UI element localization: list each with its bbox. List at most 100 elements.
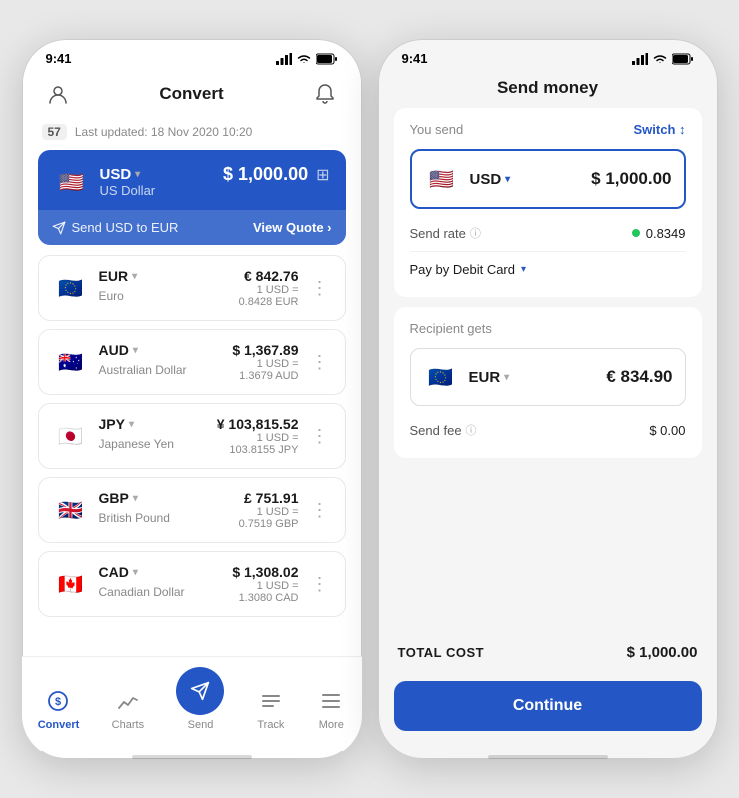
recipient-gets-section: Recipient gets 🇪🇺 EUR ▾ € 834.90 Send fe… xyxy=(394,307,702,458)
list-item[interactable]: 🇯🇵 JPY ▾ ¥ 103,815.52 Japanese Yen 1 USD… xyxy=(38,403,346,469)
nav-convert[interactable]: $ Convert xyxy=(38,687,80,731)
list-item[interactable]: 🇪🇺 EUR ▾ € 842.76 Euro 1 USD = 0.8428 EU… xyxy=(38,255,346,321)
home-indicator-2 xyxy=(488,755,608,759)
cad-menu-icon[interactable]: ⋮ xyxy=(309,574,331,595)
jpy-amount: ¥ 103,815.52 xyxy=(217,416,299,432)
status-bar-2: 9:41 xyxy=(378,39,718,70)
send-chevron: ▾ xyxy=(505,174,510,185)
jpy-info: JPY ▾ ¥ 103,815.52 Japanese Yen 1 USD = … xyxy=(99,416,299,456)
cad-code: CAD ▾ xyxy=(99,564,138,580)
aud-name: Australian Dollar xyxy=(99,363,187,377)
usd-flag: 🇺🇸 xyxy=(54,164,90,200)
switch-button[interactable]: Switch ↕ xyxy=(633,122,685,137)
bottom-nav: $ Convert Charts xyxy=(22,656,362,751)
signal-icon xyxy=(276,53,292,65)
spacer xyxy=(378,468,718,624)
cad-rate: 1 USD = 1.3080 CAD xyxy=(239,580,299,604)
battery-icon xyxy=(316,53,338,65)
send-icon xyxy=(52,221,66,235)
you-send-label: You send xyxy=(410,122,464,137)
recipient-eur-code: EUR ▾ xyxy=(469,369,510,386)
recipient-currency-selector[interactable]: 🇪🇺 EUR ▾ € 834.90 xyxy=(410,348,686,406)
nav-send[interactable]: Send xyxy=(176,667,224,731)
gbp-flag: 🇬🇧 xyxy=(53,492,89,528)
notifications-button[interactable] xyxy=(309,78,341,110)
list-item[interactable]: 🇦🇺 AUD ▾ $ 1,367.89 Australian Dollar 1 … xyxy=(38,329,346,395)
continue-button[interactable]: Continue xyxy=(394,681,702,731)
recipient-gets-label: Recipient gets xyxy=(410,321,492,336)
jpy-flag: 🇯🇵 xyxy=(53,418,89,454)
battery-icon-2 xyxy=(672,53,694,65)
charts-nav-icon xyxy=(114,687,142,715)
primary-currency-left: 🇺🇸 USD ▾ US Dollar xyxy=(54,164,156,200)
send-nav-icon xyxy=(190,681,210,701)
wifi-icon-2 xyxy=(652,53,668,65)
list-item[interactable]: 🇬🇧 GBP ▾ £ 751.91 British Pound 1 USD = … xyxy=(38,477,346,543)
send-amount: $ 1,000.00 xyxy=(520,169,671,189)
gbp-amount: £ 751.91 xyxy=(244,490,299,506)
send-fee-label: Send fee ⓘ xyxy=(410,422,477,438)
you-send-section: You send Switch ↕ 🇺🇸 USD ▾ $ 1,000.00 Se… xyxy=(394,108,702,297)
divider-1 xyxy=(410,251,686,252)
phone-convert: 9:41 xyxy=(22,39,362,759)
send-usd-code: USD ▾ xyxy=(470,171,511,188)
primary-currency-name: US Dollar xyxy=(100,183,156,198)
eur-info: EUR ▾ € 842.76 Euro 1 USD = 0.8428 EUR xyxy=(99,268,299,308)
pay-method-selector[interactable]: Pay by Debit Card ▾ xyxy=(410,262,527,277)
signal-icon-2 xyxy=(632,53,648,65)
calculator-icon: ⊞ xyxy=(316,165,329,185)
eur-flag: 🇪🇺 xyxy=(53,270,89,306)
phone-send-money: 9:41 xyxy=(378,39,718,759)
send-fee-row: Send fee ⓘ $ 0.00 xyxy=(410,416,686,444)
currency-list: 🇺🇸 USD ▾ US Dollar $ 1,000.00 ⊞ xyxy=(22,150,362,656)
view-quote-link[interactable]: View Quote › xyxy=(253,220,332,235)
jpy-menu-icon[interactable]: ⋮ xyxy=(309,426,331,447)
status-bar-1: 9:41 xyxy=(22,39,362,70)
status-icons-2 xyxy=(632,53,694,65)
person-icon xyxy=(47,83,69,105)
jpy-code: JPY ▾ xyxy=(99,416,135,432)
primary-currency-card[interactable]: 🇺🇸 USD ▾ US Dollar $ 1,000.00 ⊞ xyxy=(38,150,346,245)
more-nav-icon xyxy=(317,687,345,715)
primary-currency-code: USD ▾ xyxy=(100,166,156,183)
app-container: 9:41 xyxy=(2,19,738,779)
send-label: Send USD to EUR xyxy=(52,220,179,235)
convert-header: Convert xyxy=(22,70,362,120)
eur-menu-icon[interactable]: ⋮ xyxy=(309,278,331,299)
nav-charts[interactable]: Charts xyxy=(112,687,144,731)
list-item[interactable]: 🇨🇦 CAD ▾ $ 1,308.02 Canadian Dollar 1 US… xyxy=(38,551,346,617)
cad-name: Canadian Dollar xyxy=(99,585,185,599)
nav-track[interactable]: Track xyxy=(257,687,285,731)
send-rate-value: 0.8349 xyxy=(632,226,686,241)
send-rate-row: Send rate ⓘ 0.8349 xyxy=(410,219,686,247)
profile-button[interactable] xyxy=(42,78,74,110)
aud-flag: 🇦🇺 xyxy=(53,344,89,380)
aud-menu-icon[interactable]: ⋮ xyxy=(309,352,331,373)
send-nav-button[interactable] xyxy=(176,667,224,715)
pay-method-chevron: ▾ xyxy=(521,264,526,275)
send-fee-info-icon: ⓘ xyxy=(466,422,477,438)
total-cost-label: TOTAL COST xyxy=(398,645,485,660)
gbp-code: GBP ▾ xyxy=(99,490,138,506)
eur-amount: € 842.76 xyxy=(244,268,299,284)
send-usd-flag: 🇺🇸 xyxy=(424,161,460,197)
jpy-name: Japanese Yen xyxy=(99,437,174,451)
aud-amount: $ 1,367.89 xyxy=(232,342,298,358)
send-rate-label: Send rate ⓘ xyxy=(410,225,481,241)
send-rate-info-icon: ⓘ xyxy=(470,225,481,241)
cad-info: CAD ▾ $ 1,308.02 Canadian Dollar 1 USD =… xyxy=(99,564,299,604)
gbp-info: GBP ▾ £ 751.91 British Pound 1 USD = 0.7… xyxy=(99,490,299,530)
recipient-amount: € 834.90 xyxy=(519,367,672,387)
cad-amount: $ 1,308.02 xyxy=(232,564,298,580)
svg-text:$: $ xyxy=(55,696,61,708)
pay-method-row[interactable]: Pay by Debit Card ▾ xyxy=(410,256,686,283)
gbp-menu-icon[interactable]: ⋮ xyxy=(309,500,331,521)
aud-code: AUD ▾ xyxy=(99,342,138,358)
recipient-eur-flag: 🇪🇺 xyxy=(423,359,459,395)
send-quote-bar[interactable]: Send USD to EUR View Quote › xyxy=(38,210,346,245)
send-money-header: Send money xyxy=(378,70,718,108)
nav-more[interactable]: More xyxy=(317,687,345,731)
primary-currency-info: USD ▾ US Dollar xyxy=(100,166,156,198)
send-currency-selector[interactable]: 🇺🇸 USD ▾ $ 1,000.00 xyxy=(410,149,686,209)
last-updated-bar: 57 Last updated: 18 Nov 2020 10:20 xyxy=(22,120,362,150)
